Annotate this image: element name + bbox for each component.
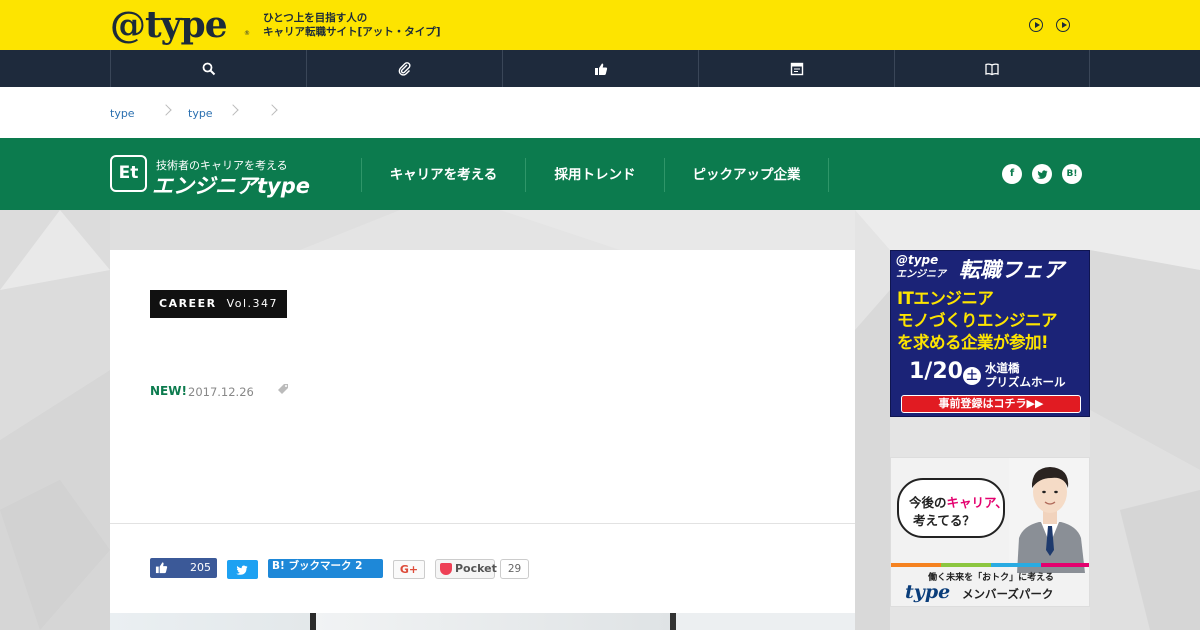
tag-icon [278, 384, 288, 394]
bubble-line-1: 今後のキャリア、 [909, 492, 1008, 511]
fair-venue: 水道橋 プリズムホール [985, 361, 1066, 389]
hatena-bookmark-icon[interactable]: B! [1062, 164, 1082, 184]
color-stripe [891, 563, 1089, 567]
engineer-fair-banner[interactable]: @type エンジニア 転職フェア ITエンジニア モノづくりエンジニア を求め… [890, 250, 1090, 417]
fair-brand-type: @type [896, 253, 939, 267]
thumbs-up-icon [155, 562, 168, 574]
members-brand: type [905, 581, 951, 603]
new-label: NEW! [150, 384, 187, 398]
pocket-icon [440, 563, 452, 575]
site-tagline: ひとつ上を目指す人の キャリア転職サイト[アット・タイプ] [263, 11, 441, 39]
fair-line-3: を求める企業が参加! [897, 333, 1049, 352]
fair-line-2: モノづくりエンジニア [897, 311, 1058, 330]
pocket-label: Pocket [455, 562, 497, 575]
bubble-suffix: 、 [995, 495, 1008, 510]
category-badge[interactable]: CAREER Vol.347 [150, 290, 288, 318]
facebook-count: 205 [190, 561, 211, 574]
nav-search[interactable] [110, 50, 306, 87]
nav-book[interactable] [894, 50, 1090, 87]
bubble-prefix: 今後の [909, 495, 947, 510]
members-brand-suffix: メンバーズパーク [962, 587, 1054, 601]
nav-pickup[interactable]: ピックアップ企業 [665, 159, 828, 191]
breadcrumb: type type [0, 87, 1200, 138]
registered-mark: ® [244, 30, 250, 37]
nav-like[interactable] [502, 50, 698, 87]
google-plus-button[interactable]: G+ [393, 560, 425, 579]
tagline-line-2: キャリア転職サイト[アット・タイプ] [263, 26, 441, 38]
play-icon-2[interactable] [1056, 18, 1070, 32]
thumbs-up-icon [594, 63, 607, 75]
fair-line-1: ITエンジニア [897, 289, 994, 308]
badge-volume: Vol.347 [226, 297, 279, 310]
article-hero-image [110, 613, 855, 630]
fair-register-button[interactable]: 事前登録はコチラ▶▶ [901, 395, 1081, 413]
chevron-right-icon [227, 104, 239, 116]
fair-brand: @type エンジニア [896, 254, 946, 281]
breadcrumb-item-1[interactable]: type [110, 107, 135, 120]
site-logo-name[interactable]: エンジニアtype [152, 170, 310, 200]
businessman-illustration [1009, 458, 1089, 573]
top-bar: @type ® ひとつ上を目指す人の キャリア転職サイト[アット・タイプ] [0, 0, 1200, 50]
search-icon [202, 62, 215, 75]
fair-brand-sub: エンジニア [896, 269, 946, 280]
book-icon [985, 62, 999, 75]
fair-banner-header: @type エンジニア 転職フェア [891, 251, 1089, 285]
nav-calendar[interactable] [698, 50, 894, 87]
facebook-like-button[interactable]: 205 [150, 558, 217, 578]
tagline-line-1: ひとつ上を目指す人の [263, 12, 368, 24]
site-header: Et 技術者のキャリアを考える エンジニアtype キャリアを考える 採用トレン… [0, 138, 1200, 210]
play-icon[interactable] [1029, 18, 1043, 32]
article-card: CAREER Vol.347 NEW! 2017.12.26 205 B! ブッ… [110, 250, 855, 630]
nav-divider [828, 158, 829, 192]
fair-venue-line-1: 水道橋 [985, 361, 1020, 375]
nav-career[interactable]: キャリアを考える [362, 159, 525, 191]
nav-clip[interactable] [306, 50, 502, 87]
fair-title: 転職フェア [959, 258, 1064, 282]
hatena-bookmark-button[interactable]: B! ブックマーク 2 [268, 559, 383, 578]
speech-bubble: 今後のキャリア、 考えてる？ [897, 478, 1008, 538]
breadcrumb-item-2[interactable]: type [188, 107, 213, 120]
facebook-icon[interactable]: f [1002, 164, 1022, 184]
twitter-bird-glyph [1036, 169, 1048, 179]
chevron-right-icon [266, 104, 278, 116]
fair-date: 1/20 [909, 359, 963, 384]
et-logo-badge[interactable]: Et [110, 155, 147, 192]
card-divider [110, 523, 855, 524]
fair-headline: ITエンジニア モノづくりエンジニア を求める企業が参加! [897, 288, 1058, 354]
fair-venue-line-2: プリズムホール [985, 375, 1066, 389]
pocket-count: 29 [500, 559, 529, 579]
paperclip-icon [398, 61, 411, 76]
fair-day: 土 [963, 367, 981, 385]
chevron-right-icon [160, 104, 172, 116]
members-park-banner[interactable]: 今後のキャリア、 考えてる？ 働く未来を「おトク」に考える type メンバーズ… [890, 457, 1090, 607]
tweet-button[interactable] [227, 560, 258, 579]
nav-recruit-trend[interactable]: 採用トレンド [526, 159, 664, 191]
badge-category: CAREER [159, 297, 217, 310]
bubble-line-2: 考えてる？ [913, 513, 975, 528]
calendar-icon [790, 62, 803, 75]
twitter-icon[interactable] [1032, 164, 1052, 184]
bubble-highlight: キャリア [946, 495, 996, 510]
icon-nav [0, 50, 1200, 87]
pocket-button[interactable]: Pocket [435, 559, 497, 579]
twitter-icon [236, 565, 248, 575]
article-date: 2017.12.26 [188, 385, 254, 399]
at-type-logo[interactable]: @type [110, 4, 228, 46]
